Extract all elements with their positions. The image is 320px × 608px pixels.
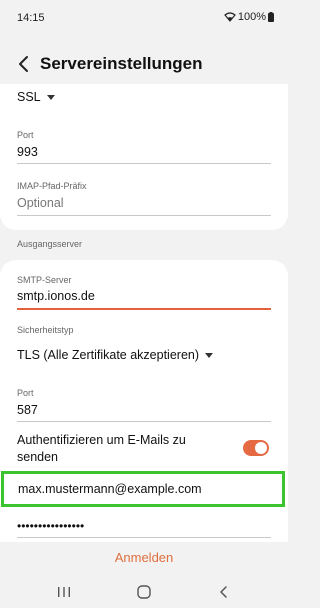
incoming-port-field[interactable]: 993 — [17, 145, 38, 159]
home-icon[interactable] — [134, 584, 154, 600]
recent-apps-icon[interactable] — [54, 584, 74, 600]
battery-percent: 100% — [237, 11, 266, 23]
incoming-security-value: SSL — [17, 90, 41, 104]
login-button[interactable]: Anmelden — [0, 550, 288, 565]
outgoing-port-label: Port — [17, 388, 34, 398]
incoming-port-label: Port — [17, 130, 34, 140]
system-nav-bar — [0, 576, 288, 608]
outgoing-security-dropdown[interactable]: TLS (Alle Zertifikate akzeptieren) — [17, 348, 214, 362]
smtp-server-field[interactable]: smtp.ionos.de — [17, 289, 95, 303]
battery-icon — [268, 12, 274, 22]
imap-prefix-label: IMAP-Pfad-Präfix — [17, 181, 87, 191]
app-bar: Servereinstellungen — [0, 44, 288, 84]
incoming-security-dropdown[interactable]: SSL — [17, 90, 55, 104]
imap-prefix-underline — [17, 215, 271, 216]
footer-bar: Anmelden — [0, 542, 288, 576]
auth-toggle-label: Authentifizieren um E-Mails zu senden — [17, 433, 186, 464]
username-field[interactable]: max.mustermann@example.com — [18, 482, 202, 496]
username-field-highlight[interactable]: max.mustermann@example.com — [1, 471, 285, 507]
wifi-icon — [224, 12, 236, 22]
outgoing-port-field[interactable]: 587 — [17, 403, 38, 417]
smtp-server-underline — [17, 308, 271, 310]
toggle-knob — [255, 442, 267, 454]
outgoing-section-label: Ausgangsserver — [17, 239, 83, 249]
outgoing-security-value: TLS (Alle Zertifikate akzeptieren) — [17, 348, 200, 362]
auth-toggle[interactable] — [243, 440, 269, 456]
status-time: 14:15 — [17, 12, 45, 24]
chevron-down-icon — [205, 352, 214, 358]
incoming-port-underline — [17, 163, 271, 164]
outgoing-port-underline — [17, 421, 271, 422]
status-bar: 14:15 100% — [0, 0, 288, 36]
status-icons: 100% — [224, 11, 274, 23]
back-icon[interactable] — [214, 584, 234, 600]
back-arrow-icon[interactable] — [14, 52, 34, 76]
password-underline — [17, 537, 271, 538]
imap-prefix-field[interactable]: Optional — [17, 196, 64, 210]
chevron-down-icon — [46, 94, 55, 100]
outgoing-security-label: Sicherheitstyp — [17, 325, 74, 335]
smtp-server-label: SMTP-Server — [17, 275, 72, 285]
page-title: Servereinstellungen — [40, 54, 203, 73]
password-field[interactable]: •••••••••••••••• — [17, 519, 84, 533]
